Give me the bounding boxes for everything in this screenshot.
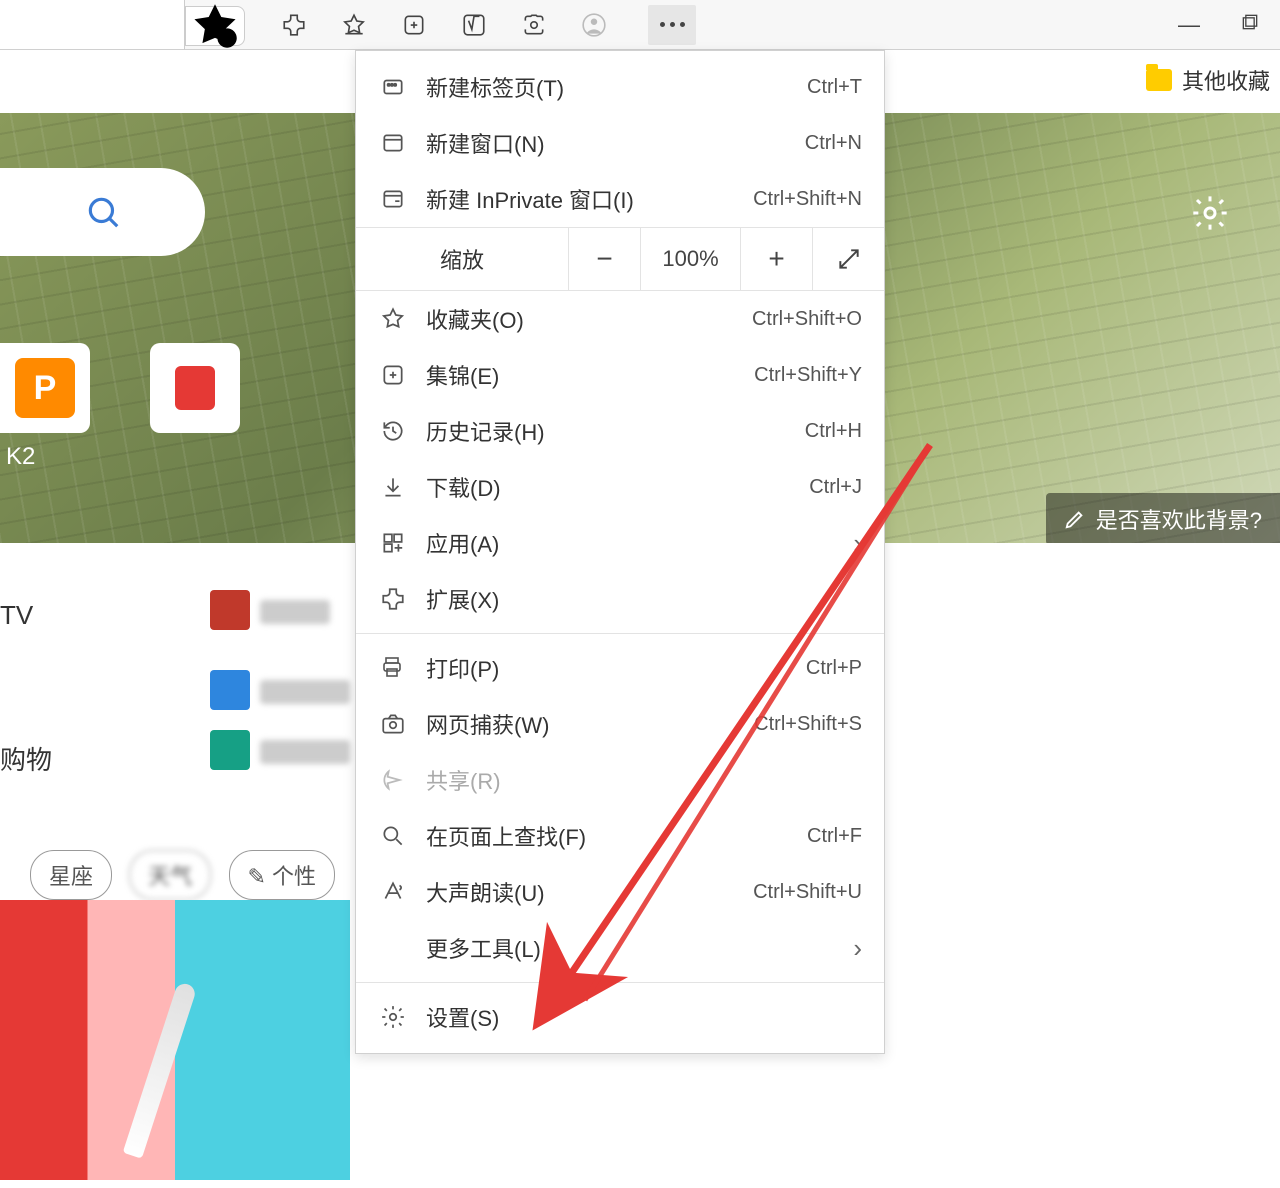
menu-new-inprivate[interactable]: 新建 InPrivate 窗口(I) Ctrl+Shift+N bbox=[356, 171, 884, 227]
menu-share: 共享(R) bbox=[356, 752, 884, 808]
gear-icon bbox=[1190, 193, 1230, 233]
tile-label: K2 bbox=[0, 443, 35, 471]
math-icon[interactable] bbox=[458, 9, 490, 41]
section-tv[interactable]: TV bbox=[0, 600, 33, 631]
bookmark-star-button[interactable] bbox=[185, 6, 245, 46]
pill-personal[interactable]: ✎ 个性 bbox=[229, 850, 336, 900]
like-bg-label: 是否喜欢此背景? bbox=[1096, 503, 1262, 535]
ellipsis-icon bbox=[660, 22, 685, 27]
page-settings-button[interactable] bbox=[1190, 193, 1240, 243]
chevron-right-icon: › bbox=[853, 528, 862, 559]
search-icon bbox=[84, 193, 122, 231]
menu-more-tools[interactable]: 更多工具(L) › bbox=[356, 920, 884, 976]
menu-extensions[interactable]: 扩展(X) bbox=[356, 571, 884, 627]
zoom-value: 100% bbox=[640, 227, 740, 291]
zoom-out-button[interactable]: − bbox=[568, 227, 640, 291]
more-menu-button[interactable] bbox=[648, 5, 696, 45]
browser-toolbar: — bbox=[0, 0, 1280, 50]
share-icon bbox=[378, 765, 408, 795]
menu-collections[interactable]: 集锦(E) Ctrl+Shift+Y bbox=[356, 347, 884, 403]
quick-link-tile[interactable]: P bbox=[0, 343, 90, 433]
background-feedback[interactable]: 是否喜欢此背景? bbox=[1046, 493, 1280, 543]
extensions-icon[interactable] bbox=[278, 9, 310, 41]
collections-icon[interactable] bbox=[398, 9, 430, 41]
favorites-add-icon[interactable] bbox=[338, 9, 370, 41]
window-icon bbox=[378, 128, 408, 158]
history-icon bbox=[378, 416, 408, 446]
profile-icon[interactable] bbox=[578, 9, 610, 41]
bookmarks-bar: 其他收藏 bbox=[1136, 60, 1280, 100]
pill-star[interactable]: 星座 bbox=[30, 850, 112, 900]
menu-web-capture[interactable]: 网页捕获(W) Ctrl+Shift+S bbox=[356, 696, 884, 752]
chevron-right-icon: › bbox=[853, 933, 862, 964]
menu-zoom-row: 缩放 − 100% + bbox=[356, 227, 884, 291]
find-icon bbox=[378, 821, 408, 851]
quick-link-tile[interactable] bbox=[150, 343, 240, 433]
search-box[interactable] bbox=[0, 168, 205, 256]
zoom-label: 缩放 bbox=[356, 243, 568, 275]
read-aloud-icon bbox=[378, 877, 408, 907]
maximize-button[interactable] bbox=[1240, 12, 1260, 38]
section-shopping[interactable]: 购物 bbox=[0, 740, 52, 777]
window-controls: — bbox=[1178, 12, 1260, 38]
download-icon bbox=[378, 472, 408, 502]
address-bar-left[interactable] bbox=[0, 0, 185, 50]
topic-pills: 星座 天气 ✎ 个性 bbox=[30, 850, 345, 900]
menu-history[interactable]: 历史记录(H) Ctrl+H bbox=[356, 403, 884, 459]
menu-new-window[interactable]: 新建窗口(N) Ctrl+N bbox=[356, 115, 884, 171]
fullscreen-button[interactable] bbox=[812, 227, 884, 291]
menu-print[interactable]: 打印(P) Ctrl+P bbox=[356, 640, 884, 696]
edit-icon bbox=[1064, 508, 1086, 530]
new-tab-icon bbox=[378, 72, 408, 102]
menu-find[interactable]: 在页面上查找(F) Ctrl+F bbox=[356, 808, 884, 864]
inprivate-icon bbox=[378, 184, 408, 214]
minimize-button[interactable]: — bbox=[1178, 12, 1200, 38]
folder-icon bbox=[1146, 69, 1172, 91]
settings-menu: 新建标签页(T) Ctrl+T 新建窗口(N) Ctrl+N 新建 InPriv… bbox=[355, 50, 885, 1054]
menu-new-tab[interactable]: 新建标签页(T) Ctrl+T bbox=[356, 59, 884, 115]
menu-favorites[interactable]: 收藏夹(O) Ctrl+Shift+O bbox=[356, 291, 884, 347]
screenshot-icon[interactable] bbox=[518, 9, 550, 41]
other-favorites-link[interactable]: 其他收藏 bbox=[1182, 64, 1270, 96]
apps-icon bbox=[378, 528, 408, 558]
menu-downloads[interactable]: 下载(D) Ctrl+J bbox=[356, 459, 884, 515]
menu-settings[interactable]: 设置(S) bbox=[356, 989, 884, 1045]
print-icon bbox=[378, 653, 408, 683]
menu-apps[interactable]: 应用(A) › bbox=[356, 515, 884, 571]
star-icon bbox=[378, 304, 408, 334]
zoom-in-button[interactable]: + bbox=[740, 227, 812, 291]
camera-icon bbox=[378, 709, 408, 739]
puzzle-icon bbox=[378, 584, 408, 614]
gear-icon bbox=[378, 1002, 408, 1032]
menu-read-aloud[interactable]: 大声朗读(U) Ctrl+Shift+U bbox=[356, 864, 884, 920]
pill-blur[interactable]: 天气 bbox=[129, 850, 211, 900]
collections-icon bbox=[378, 360, 408, 390]
